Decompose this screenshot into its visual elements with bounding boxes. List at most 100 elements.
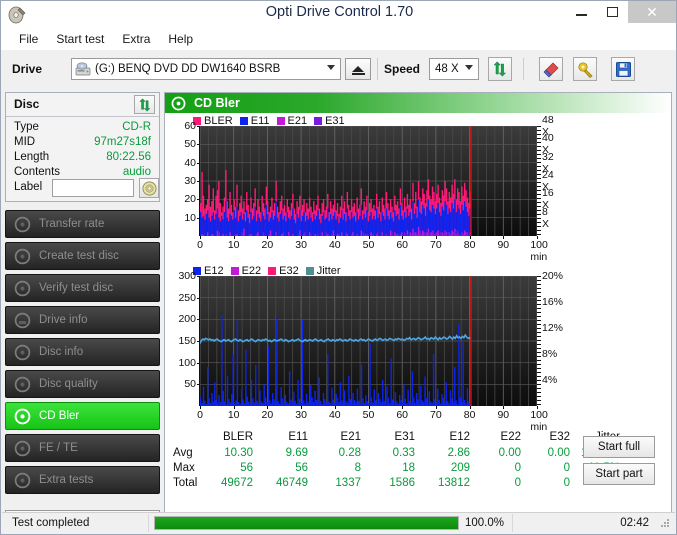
resize-grip[interactable] — [660, 519, 670, 529]
plot-area — [200, 126, 537, 236]
maximize-button[interactable] — [597, 1, 628, 23]
sidebar-label: FE / TE — [39, 442, 78, 454]
sidebar-item-create-test-disc[interactable]: Create test disc — [5, 242, 160, 270]
sidebar-item-cd-bler[interactable]: CD Bler — [5, 402, 160, 430]
y2-axis-tick: 48 X — [542, 114, 554, 138]
stats-cell: 0.28 — [338, 447, 361, 459]
drive-icon — [14, 312, 31, 328]
x-axis-tick: 60 — [396, 239, 409, 251]
label-input[interactable] — [52, 179, 134, 197]
legend-swatch-e22 — [230, 267, 239, 275]
disc-info-title: Disc — [14, 97, 40, 111]
disc-refresh-button[interactable] — [134, 95, 155, 114]
eraser-button[interactable] — [539, 57, 563, 81]
x-axis-tick: 50 — [362, 409, 375, 421]
disc-row-length: Length 80:22.56 — [6, 151, 159, 167]
speed-select[interactable]: 48 X — [429, 58, 479, 80]
legend-swatch-e31 — [314, 117, 323, 125]
toolbar-separator-2 — [523, 58, 524, 80]
eject-icon — [352, 65, 364, 72]
start-part-button[interactable]: Start part — [583, 463, 655, 485]
x-axis-tick: 100 min — [530, 239, 548, 263]
progress-fill — [155, 516, 458, 529]
drive-value: (G:) BENQ DVD DD DW1640 BSRB — [95, 63, 281, 75]
disc-icon — [14, 344, 31, 360]
disc-key-type: Type — [14, 121, 39, 133]
sidebar-item-verify-test-disc[interactable]: Verify test disc — [5, 274, 160, 302]
y2-axis-tick: 12% — [542, 322, 564, 334]
drive-toolbar: Drive (G:) BENQ DVD DD DW1640 BSRB Speed — [1, 50, 676, 88]
disc-key-mid: MID — [14, 136, 36, 148]
y2-axis-tick: 16% — [542, 296, 564, 308]
sidebar-item-disc-info[interactable]: Disc info — [5, 338, 160, 366]
sidebar-label: Extra tests — [39, 474, 94, 486]
y2-axis-ticks — [537, 276, 541, 406]
disc-icon — [14, 440, 31, 456]
save-button[interactable] — [611, 57, 635, 81]
legend-swatch-e21 — [276, 117, 285, 125]
chevron-down-icon — [465, 65, 473, 70]
stats-row-label: Max — [173, 462, 195, 474]
client-area: Drive (G:) BENQ DVD DD DW1640 BSRB Speed — [0, 50, 677, 535]
sidebar-item-drive-info[interactable]: Drive info — [5, 306, 160, 334]
disc-value-mid: 97m27s18f — [94, 136, 151, 148]
eject-button[interactable] — [345, 58, 371, 80]
sidebar-item-disc-quality[interactable]: Disc quality — [5, 370, 160, 398]
x-axis-tick: 100 min — [530, 409, 548, 433]
legend-swatch-e11 — [239, 117, 248, 125]
eraser-icon — [543, 62, 558, 77]
stats-cell: 49672 — [221, 477, 253, 489]
sidebar-item-fe-te[interactable]: FE / TE — [5, 434, 160, 462]
menu-item-extra[interactable]: Extra — [113, 30, 159, 48]
menu-bar: File Start test Extra Help — [0, 28, 677, 50]
disc-key-contents: Contents — [14, 166, 61, 178]
close-button[interactable]: ✕ — [628, 1, 676, 23]
y2-axis-tick: 8% — [542, 348, 558, 360]
x-axis-tick: 40 — [328, 239, 341, 251]
drive-select[interactable]: (G:) BENQ DVD DD DW1640 BSRB — [71, 58, 341, 80]
stats-column-header: E21 — [340, 431, 361, 443]
legend-swatch-jitter — [305, 267, 314, 275]
y-axis-tick: 300 — [178, 270, 196, 282]
save-floppy-icon — [615, 61, 631, 77]
x-axis-tick: 20 — [261, 409, 274, 421]
tools-button[interactable] — [573, 57, 597, 81]
y-axis-tick: 50 — [184, 138, 196, 151]
minimize-button[interactable] — [566, 1, 597, 23]
x-axis-tick: 30 — [295, 409, 307, 421]
legend-swatch-e32 — [268, 267, 277, 275]
menu-item-help[interactable]: Help — [159, 30, 202, 48]
sidebar-item-transfer-rate[interactable]: Transfer rate — [5, 210, 160, 238]
stats-column-header: E31 — [394, 431, 415, 443]
y2-axis-tick: 20% — [542, 270, 564, 282]
x-axis-tick: 0 — [197, 239, 203, 251]
x-axis-tick: 70 — [430, 409, 442, 421]
sidebar-label: Create test disc — [39, 250, 119, 262]
disc-icon — [14, 408, 31, 424]
y-axis-tick: 20 — [184, 193, 196, 206]
stats-cell: 0.33 — [392, 447, 415, 459]
start-full-button[interactable]: Start full — [583, 436, 655, 458]
x-axis-tick: 20 — [261, 239, 274, 251]
x-axis-tick: 10 — [227, 409, 240, 421]
disc-icon — [14, 376, 31, 392]
close-icon: ✕ — [646, 4, 658, 20]
sidebar-label: Drive info — [39, 314, 88, 326]
progress-percent: 100.0% — [465, 516, 505, 529]
left-panel: Disc Type CD-R MID 97m27s18f Length 80:2… — [5, 92, 160, 532]
progress-bar — [154, 515, 459, 530]
x-axis-tick: 90 — [497, 239, 510, 251]
stats-column-header: BLER — [222, 431, 253, 443]
drive-label: Drive — [12, 62, 43, 76]
stats-cell: 1337 — [335, 477, 361, 489]
sidebar-item-extra-tests[interactable]: Extra tests — [5, 466, 160, 494]
sidebar-label: Disc quality — [39, 378, 98, 390]
disc-icon — [171, 96, 186, 110]
menu-item-start-test[interactable]: Start test — [47, 30, 113, 48]
x-axis-tick: 60 — [396, 409, 409, 421]
refresh-button[interactable] — [488, 57, 512, 81]
y-axis-tick: 10 — [184, 211, 196, 224]
label-disc-button[interactable] — [139, 178, 159, 198]
menu-item-file[interactable]: File — [10, 30, 47, 48]
y2-axis-tick: 4% — [542, 374, 558, 386]
